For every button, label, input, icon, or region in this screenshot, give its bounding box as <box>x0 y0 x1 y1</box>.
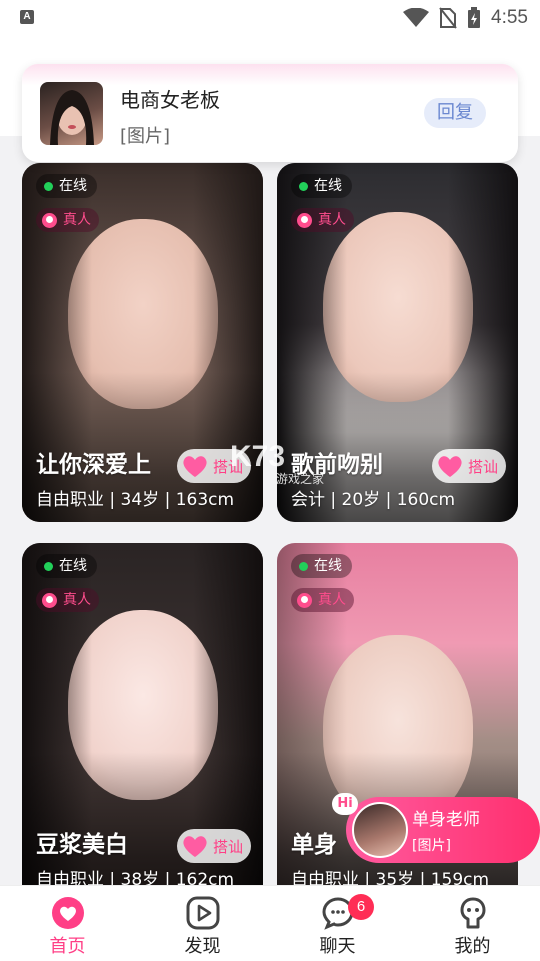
play-icon <box>186 896 219 930</box>
nickname: 让你深爱上 <box>36 452 151 478</box>
greet-button[interactable]: 搭讪 <box>177 829 251 863</box>
online-status: 在线 <box>291 174 352 198</box>
verified-badge: 真人 <box>36 588 99 612</box>
sender-avatar[interactable] <box>40 82 103 145</box>
status-bar: A 4:55 <box>0 0 540 36</box>
bottom-tab-bar: 首页 发现 6 聊天 我的 <box>0 885 540 961</box>
sender-name: 电商女老板 <box>120 88 220 112</box>
verified-badge: 真人 <box>291 208 354 232</box>
reply-button[interactable]: 回复 <box>424 98 486 128</box>
verified-person-icon <box>297 212 312 228</box>
app-indicator-icon: A <box>20 10 34 24</box>
tab-label: 我的 <box>454 936 491 957</box>
verified-person-icon <box>42 592 57 608</box>
online-dot-icon <box>299 181 308 191</box>
profile-card[interactable]: 在线 真人 让你深爱上 自由职业 | 34岁 | 163cm 搭讪 <box>22 163 263 522</box>
online-status: 在线 <box>291 554 352 578</box>
profile-icon <box>460 897 485 929</box>
nickname: 单身 <box>291 832 337 858</box>
heart-icon <box>183 836 207 857</box>
verified-badge: 真人 <box>291 588 354 612</box>
tab-home[interactable]: 首页 <box>0 886 135 961</box>
no-sim-icon <box>439 7 457 29</box>
online-dot-icon <box>44 561 53 571</box>
online-status: 在线 <box>36 174 97 198</box>
tab-discover[interactable]: 发现 <box>135 886 270 961</box>
online-dot-icon <box>299 561 308 571</box>
online-dot-icon <box>44 181 53 191</box>
tab-chat[interactable]: 6 聊天 <box>270 886 405 961</box>
wifi-icon <box>403 8 430 27</box>
profile-info: 会计 | 20岁 | 160cm <box>291 490 456 510</box>
status-icons: 4:55 <box>403 6 528 30</box>
hi-badge: Hi <box>332 793 358 815</box>
online-status: 在线 <box>36 554 97 578</box>
tab-label: 首页 <box>49 936 86 957</box>
chat-message-preview: [图片] <box>412 838 451 854</box>
heart-icon <box>438 456 462 477</box>
heart-icon <box>183 456 207 477</box>
tab-label: 聊天 <box>319 936 356 957</box>
nickname: 豆浆美白 <box>36 832 128 858</box>
profile-info: 自由职业 | 34岁 | 163cm <box>36 490 235 510</box>
profile-card[interactable]: 在线 真人 豆浆美白 自由职业 | 38岁 | 162cm 搭讪 <box>22 543 263 902</box>
unread-badge: 6 <box>348 894 374 920</box>
watermark-logo: K73 游戏之家 <box>230 440 325 486</box>
chat-sender-name: 单身老师 <box>412 810 480 830</box>
floating-chat-bubble[interactable]: Hi 单身老师 [图片] <box>332 793 540 863</box>
message-preview: [图片] <box>120 126 171 147</box>
verified-person-icon <box>297 592 312 608</box>
battery-charging-icon <box>468 7 481 28</box>
chat-avatar[interactable] <box>352 802 408 858</box>
tab-label: 发现 <box>184 936 221 957</box>
message-notification[interactable]: 电商女老板 [图片] 回复 <box>22 64 518 162</box>
verified-badge: 真人 <box>36 208 99 232</box>
verified-person-icon <box>42 212 57 228</box>
home-heart-icon <box>51 897 84 929</box>
greet-button[interactable]: 搭讪 <box>432 449 506 483</box>
clock: 4:55 <box>491 7 528 28</box>
tab-profile[interactable]: 我的 <box>405 886 540 961</box>
